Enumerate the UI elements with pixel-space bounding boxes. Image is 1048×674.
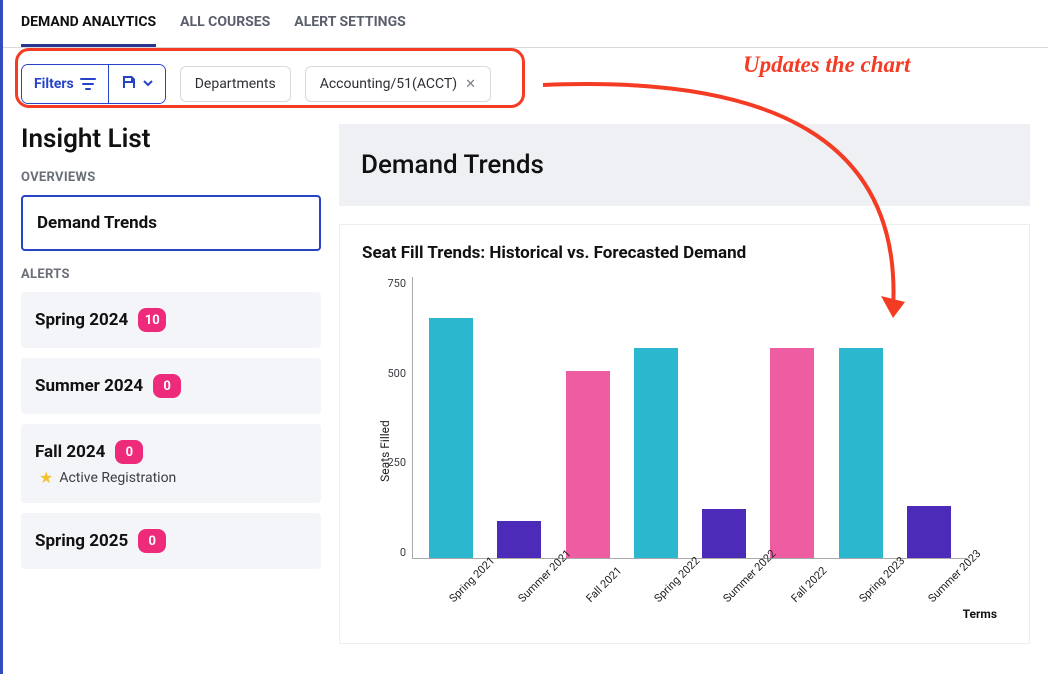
sidebar-item-label: Demand Trends — [37, 213, 157, 233]
filter-chip-label: Accounting/51(ACCT) — [320, 76, 457, 92]
active-registration-label: Active Registration — [59, 470, 176, 486]
x-tick: Summer 2021 — [509, 559, 587, 637]
tab-bar: DEMAND ANALYTICS ALL COURSES ALERT SETTI… — [3, 0, 1048, 48]
close-icon[interactable]: ✕ — [465, 77, 476, 92]
x-tick: Summer 2023 — [920, 559, 998, 637]
star-icon: ★ — [39, 468, 53, 487]
filter-icon — [80, 77, 96, 91]
section-label-overviews: OVERVIEWS — [21, 170, 321, 185]
insight-list-title: Insight List — [21, 124, 321, 154]
sidebar: Insight List OVERVIEWS Demand Trends ALE… — [21, 124, 321, 644]
sidebar-item-label: Fall 2024 — [35, 442, 105, 462]
x-tick: Spring 2022 — [646, 559, 724, 637]
x-tick: Spring 2021 — [441, 559, 519, 637]
filter-chip-label: Departments — [195, 76, 276, 92]
chart-bar[interactable] — [497, 521, 541, 558]
x-tick: Spring 2023 — [851, 559, 929, 637]
chart-bar[interactable] — [566, 371, 610, 558]
sidebar-item-summer-2024[interactable]: Summer 2024 0 — [21, 358, 321, 414]
chart-bar[interactable] — [634, 348, 678, 558]
sidebar-item-spring-2024[interactable]: Spring 2024 10 — [21, 292, 321, 348]
x-tick: Fall 2022 — [783, 559, 861, 637]
chart-title: Seat Fill Trends: Historical vs. Forecas… — [362, 243, 1007, 263]
alert-count-badge: 10 — [138, 308, 166, 332]
chart-bar[interactable] — [770, 348, 814, 558]
y-tick: 0 — [387, 546, 406, 559]
page-title: Demand Trends — [339, 124, 1030, 206]
chart-bar[interactable] — [702, 509, 746, 558]
filter-chip-accounting[interactable]: Accounting/51(ACCT) ✕ — [305, 66, 491, 102]
save-icon — [121, 74, 137, 94]
x-tick: Summer 2022 — [715, 559, 793, 637]
filter-row: Filters Departments Accounting/51(ACCT) … — [3, 48, 1048, 124]
filters-button-label: Filters — [34, 76, 74, 92]
filter-chip-departments[interactable]: Departments — [180, 66, 291, 102]
alert-count-badge: 0 — [115, 440, 143, 464]
sidebar-item-spring-2025[interactable]: Spring 2025 0 — [21, 513, 321, 569]
sidebar-item-label: Spring 2025 — [35, 531, 128, 551]
chevron-down-icon — [143, 76, 153, 92]
chart-bar[interactable] — [907, 506, 951, 558]
chart-bar[interactable] — [839, 348, 883, 558]
x-tick: Fall 2021 — [578, 559, 656, 637]
main-panel: Demand Trends Seat Fill Trends: Historic… — [339, 124, 1030, 644]
tab-demand-analytics[interactable]: DEMAND ANALYTICS — [21, 0, 156, 47]
alert-count-badge: 0 — [138, 529, 166, 553]
chart-card: Seat Fill Trends: Historical vs. Forecas… — [339, 224, 1030, 644]
save-filters-button[interactable] — [108, 65, 165, 103]
filters-button[interactable]: Filters — [22, 65, 108, 103]
tab-alert-settings[interactable]: ALERT SETTINGS — [294, 0, 405, 47]
chart-bar[interactable] — [429, 318, 473, 558]
y-tick: 250 — [387, 456, 406, 469]
y-tick: 500 — [387, 367, 406, 380]
sidebar-item-label: Summer 2024 — [35, 376, 143, 396]
section-label-alerts: ALERTS — [21, 267, 321, 282]
y-tick: 750 — [387, 277, 406, 290]
chart: Seats Filled 7505002500 Spring 2021Summe… — [362, 277, 1007, 625]
x-axis-label: Terms — [963, 607, 997, 621]
tab-all-courses[interactable]: ALL COURSES — [180, 0, 270, 47]
sidebar-item-demand-trends[interactable]: Demand Trends — [21, 195, 321, 251]
alert-count-badge: 0 — [153, 374, 181, 398]
sidebar-item-fall-2024[interactable]: Fall 2024 0 ★ Active Registration — [21, 424, 321, 503]
filter-button-group: Filters — [21, 64, 166, 104]
sidebar-item-label: Spring 2024 — [35, 310, 128, 330]
